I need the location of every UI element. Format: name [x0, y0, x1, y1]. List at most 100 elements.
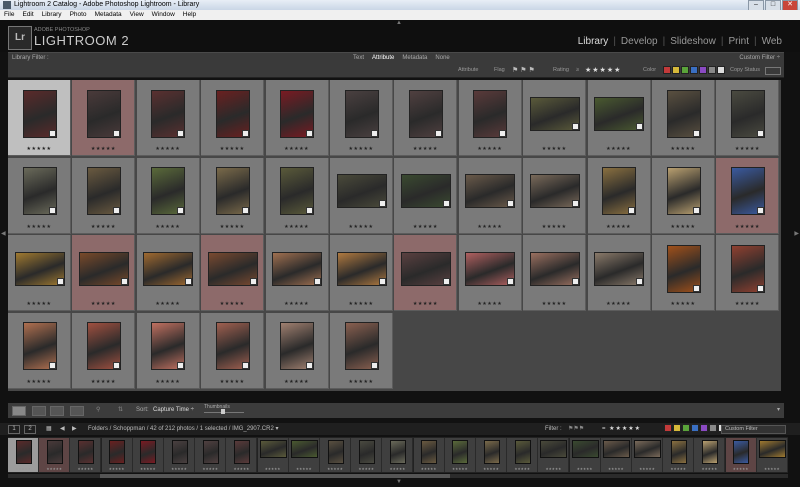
photo-thumbnail[interactable] [666, 167, 701, 215]
thumbnail-rating[interactable]: ★★★★★ [201, 224, 263, 230]
edit-badge-icon[interactable] [177, 129, 185, 137]
filmstrip-cell[interactable]: ★★★★★ [694, 438, 726, 472]
thumbnail-rating[interactable]: ★★★★★ [652, 146, 714, 152]
thumbnail-rating[interactable]: ★★★★★ [394, 224, 456, 230]
edit-badge-icon[interactable] [48, 207, 56, 214]
filter-tab-none[interactable]: None [435, 53, 449, 64]
grid-cell[interactable]: ★★★★★ [136, 157, 200, 234]
filmstrip-thumbnail[interactable] [483, 440, 500, 464]
thumbnail-rating[interactable]: ★★★★★ [588, 301, 650, 307]
photo-thumbnail[interactable] [22, 89, 57, 138]
edit-badge-icon[interactable] [249, 277, 257, 285]
filmstrip-scroll-thumb[interactable] [100, 474, 450, 478]
photo-thumbnail[interactable] [272, 251, 323, 286]
thumbnail-rating[interactable]: ★★★★★ [8, 301, 70, 307]
photo-thumbnail[interactable] [594, 96, 645, 131]
copy-status-icons[interactable] [765, 67, 781, 75]
thumbnail-rating[interactable]: ★★★★★ [588, 224, 650, 230]
edit-badge-icon[interactable] [48, 129, 56, 137]
filmstrip-color-swatch[interactable] [664, 424, 672, 433]
edit-badge-icon[interactable] [48, 362, 56, 369]
filmstrip-thumbnail[interactable] [202, 440, 219, 464]
module-web[interactable]: Web [762, 36, 782, 47]
thumbnail-rating[interactable]: ★★★★★ [394, 146, 456, 152]
module-library[interactable]: Library [578, 36, 609, 47]
thumbnail-rating[interactable]: ★★★★★ [330, 224, 392, 230]
edit-badge-icon[interactable] [56, 277, 64, 285]
edit-badge-icon[interactable] [378, 200, 386, 207]
thumbnail-rating[interactable]: ★★★★★ [72, 224, 134, 230]
edit-badge-icon[interactable] [177, 207, 185, 214]
filter-tab-attribute[interactable]: Attribute [372, 53, 394, 64]
thumbnail-rating[interactable]: ★★★★★ [8, 379, 70, 385]
thumbnail-rating[interactable]: ★★★★★ [266, 301, 328, 307]
filmstrip-thumbnail[interactable] [140, 440, 157, 464]
grid-cell[interactable]: ★★★★★ [716, 235, 780, 311]
thumbnail-rating[interactable]: ★★★★★ [330, 301, 392, 307]
survey-view-icon[interactable] [70, 406, 84, 416]
filmstrip-thumbnail[interactable] [327, 440, 344, 464]
thumbnail-rating[interactable]: ★★★★★ [523, 301, 585, 307]
edit-badge-icon[interactable] [442, 200, 450, 207]
collapse-top-panel-icon[interactable]: ▲ [396, 20, 402, 26]
thumbnail-rating[interactable]: ★★★★★ [8, 224, 70, 230]
grid-cell[interactable]: ★★★★★ [8, 157, 71, 234]
photo-thumbnail[interactable] [280, 89, 315, 138]
thumbnail-rating[interactable]: ★★★★★ [652, 301, 714, 307]
edit-badge-icon[interactable] [442, 277, 450, 285]
photo-thumbnail[interactable] [336, 174, 387, 208]
grid-cell[interactable]: ★★★★★ [587, 235, 651, 311]
filmstrip-thumbnail[interactable] [358, 440, 375, 464]
edit-badge-icon[interactable] [636, 122, 644, 130]
grid-cell[interactable]: ★★★★★ [72, 80, 136, 156]
filmstrip-cell[interactable]: ★★★★★ [288, 438, 320, 472]
grid-cell[interactable]: ★★★★★ [265, 235, 329, 311]
edit-badge-icon[interactable] [241, 129, 249, 137]
photo-thumbnail[interactable] [207, 251, 258, 286]
thumbnail-rating[interactable]: ★★★★★ [716, 224, 778, 230]
grid-cell[interactable]: ★★★★★ [394, 235, 458, 311]
filmstrip-cell[interactable]: ★★★★★ [444, 438, 476, 472]
photo-thumbnail[interactable] [151, 89, 186, 138]
edit-badge-icon[interactable] [756, 207, 764, 214]
filmstrip-cell[interactable]: ★★★★★ [476, 438, 507, 472]
filmstrip-cell[interactable]: ★★★★★ [132, 438, 164, 472]
grid-cell[interactable]: ★★★★★ [330, 235, 393, 311]
grid-cell[interactable]: ★★★★★ [523, 235, 587, 311]
second-window-button[interactable]: 2 [24, 425, 36, 434]
main-window-button[interactable]: 1 [8, 425, 20, 434]
toolbar-options-icon[interactable]: ▾ [777, 403, 780, 418]
grid-cell[interactable]: ★★★★★ [458, 80, 522, 156]
grid-cell[interactable]: ★★★★★ [652, 80, 715, 156]
filmstrip-cell[interactable]: ★★★★★ [70, 438, 102, 472]
filmstrip-flag-icons[interactable]: ⚑⚑⚑ [568, 423, 584, 435]
grid-cell[interactable]: ★★★★★ [652, 157, 715, 234]
grid-cell[interactable]: ★★★★★ [716, 80, 780, 156]
filmstrip-cell[interactable]: ★★★★★ [569, 438, 601, 472]
edit-badge-icon[interactable] [306, 129, 314, 137]
grid-cell[interactable]: ★★★★★ [458, 157, 522, 234]
filmstrip-cell[interactable]: ★★★★★ [226, 438, 258, 472]
color-label-swatch[interactable] [681, 65, 689, 74]
photo-thumbnail[interactable] [336, 251, 387, 286]
photo-thumbnail[interactable] [400, 174, 451, 208]
grid-cell[interactable]: ★★★★★ [523, 80, 587, 156]
filmstrip-thumbnail[interactable] [77, 440, 94, 464]
photo-thumbnail[interactable] [666, 89, 701, 138]
photo-thumbnail[interactable] [86, 322, 121, 370]
flag-icons[interactable]: ⚑ ⚑ ⚑ [512, 64, 535, 77]
thumbnail-rating[interactable]: ★★★★★ [523, 224, 585, 230]
back-arrow-icon[interactable]: ◀ [60, 423, 65, 435]
edit-badge-icon[interactable] [185, 277, 193, 285]
edit-badge-icon[interactable] [692, 207, 700, 214]
photo-thumbnail[interactable] [86, 89, 121, 138]
edit-badge-icon[interactable] [756, 284, 764, 292]
grid-cell[interactable]: ★★★★★ [72, 312, 136, 389]
filmstrip-thumbnail[interactable] [634, 440, 661, 458]
edit-badge-icon[interactable] [112, 207, 120, 214]
rating-operator[interactable]: ≥ [576, 64, 579, 77]
photo-thumbnail[interactable] [22, 167, 57, 215]
photo-thumbnail[interactable] [529, 251, 580, 286]
filmstrip-cell[interactable]: ★★★★★ [725, 438, 757, 472]
grid-cell[interactable]: ★★★★★ [8, 235, 71, 311]
